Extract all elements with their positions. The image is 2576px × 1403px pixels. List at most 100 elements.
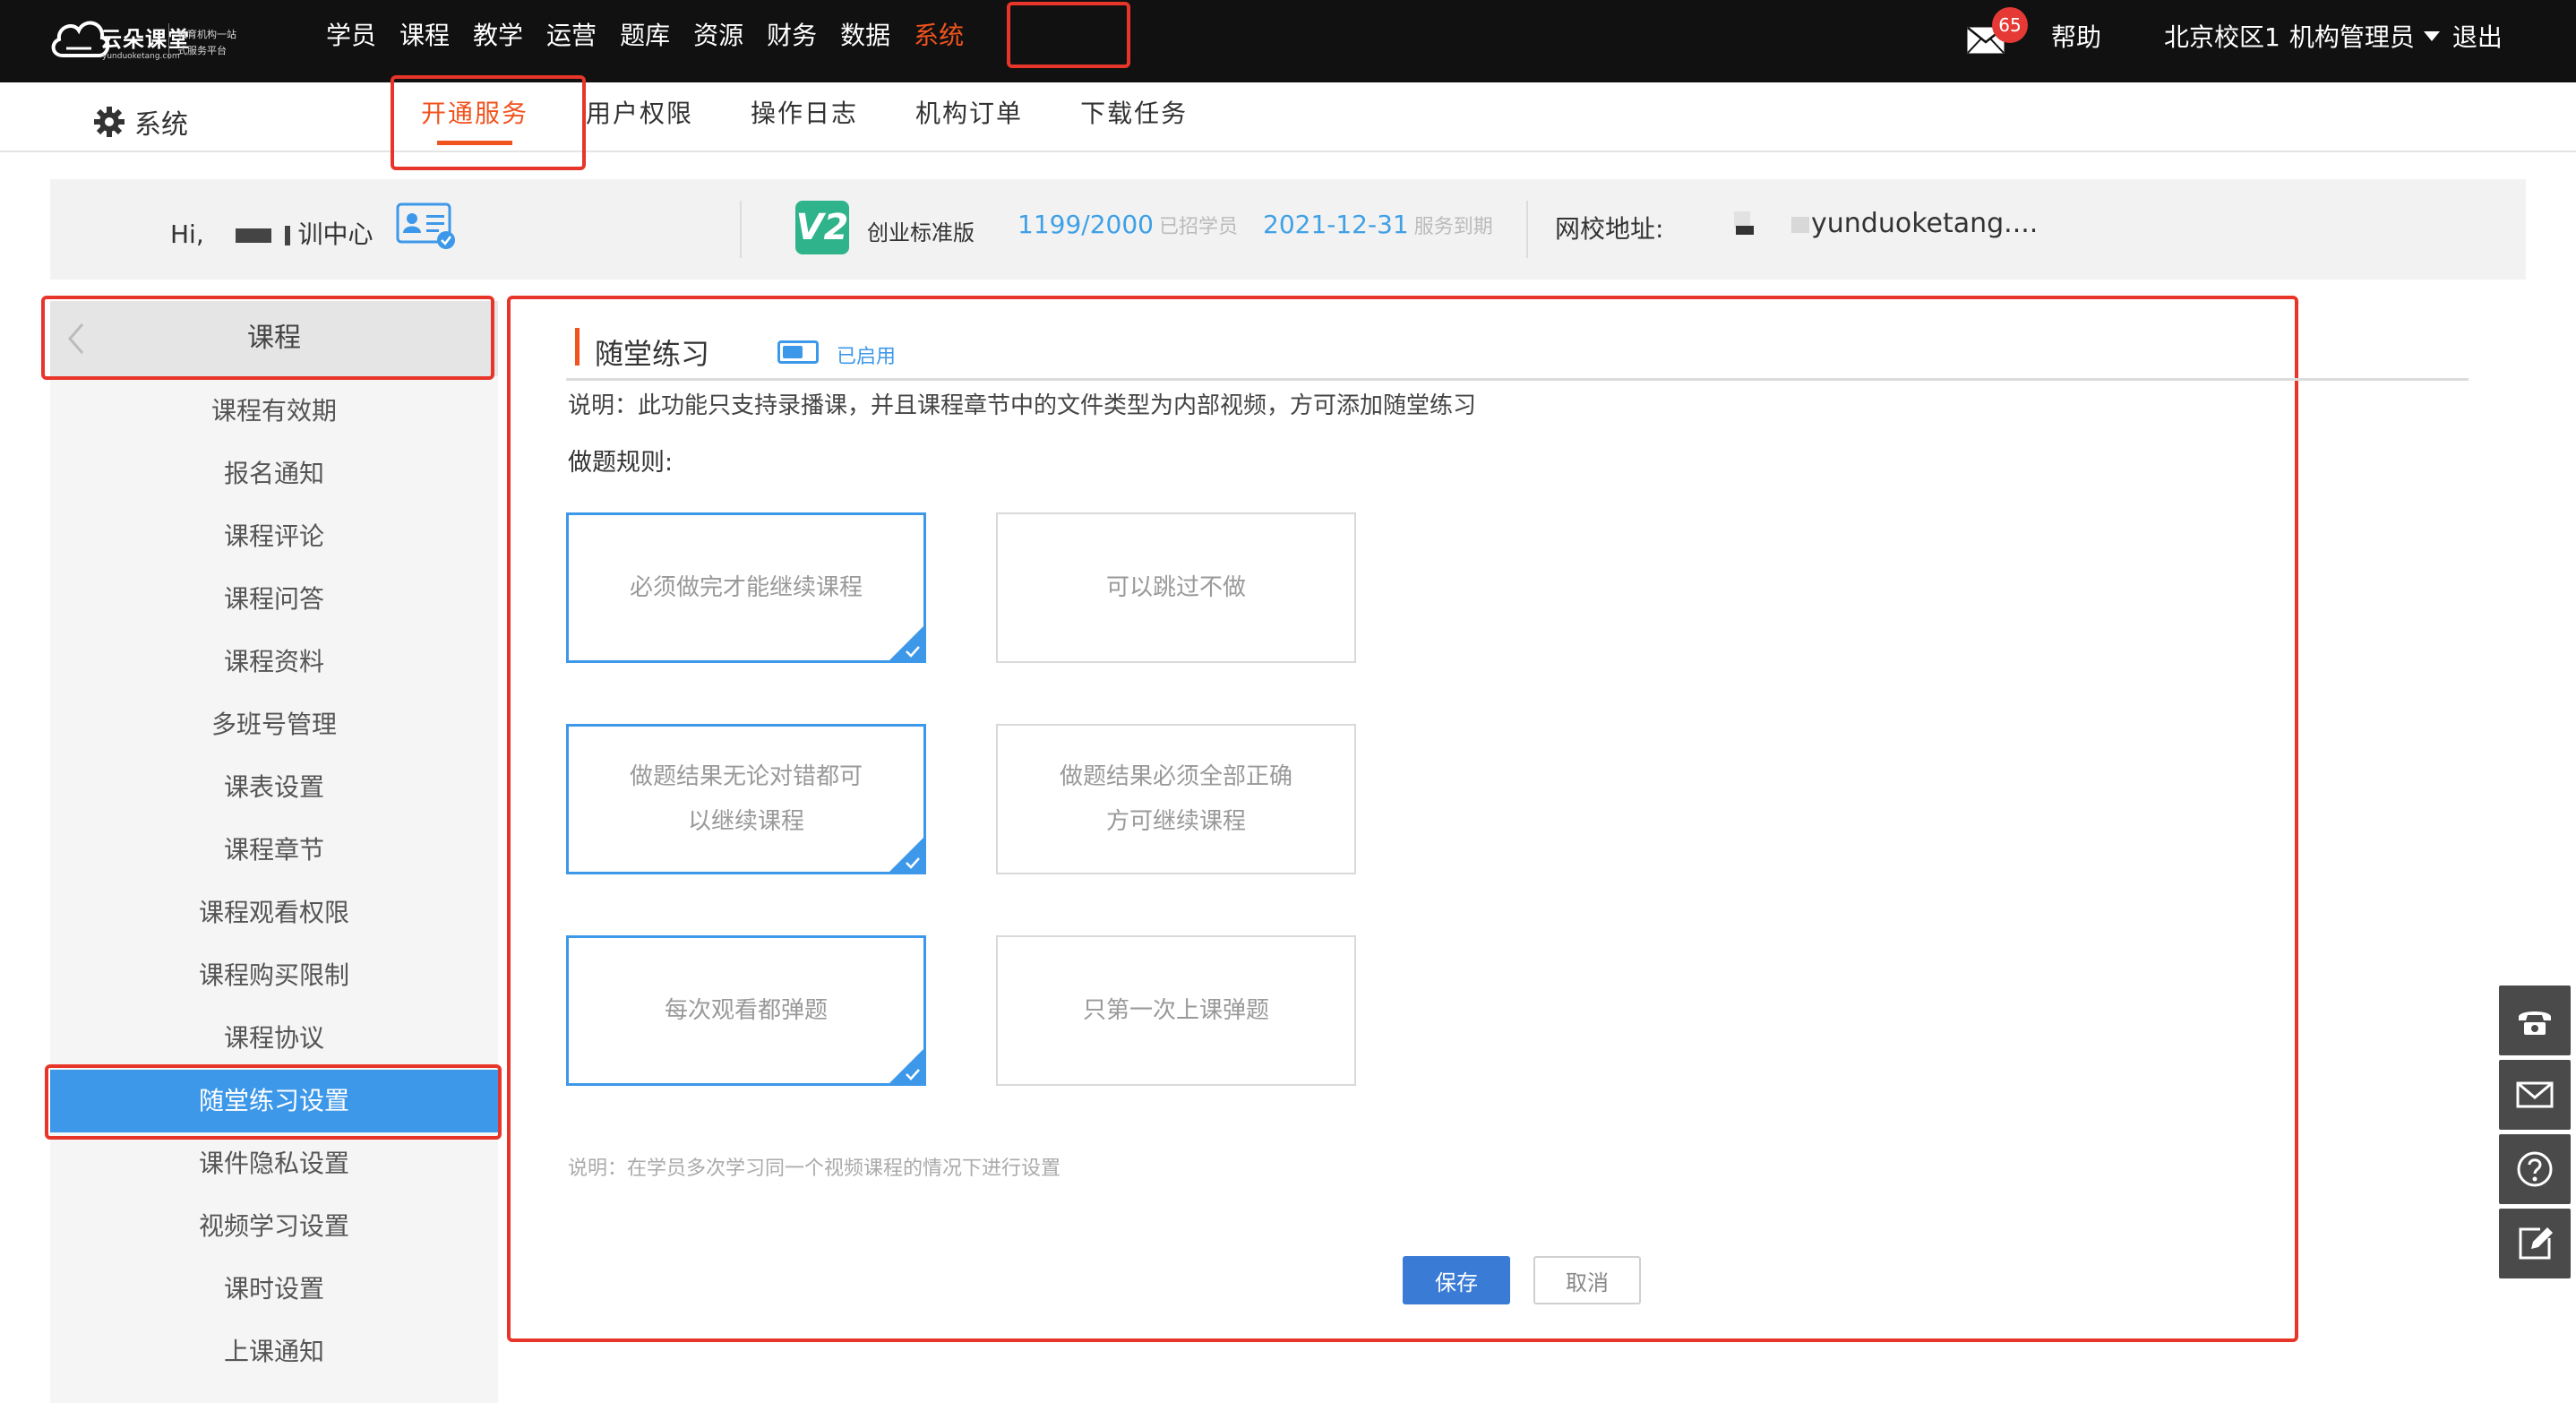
- top-menu-teaching[interactable]: 教学: [473, 0, 523, 82]
- top-menu-courses[interactable]: 课程: [399, 0, 450, 82]
- sidebar-list: 课程有效期 报名通知 课程评论 课程问答 课程资料 多班号管理 课表设置 课程章…: [50, 380, 498, 1383]
- check-icon: [906, 857, 920, 869]
- message-button[interactable]: 65: [1962, 7, 2028, 59]
- option-line1: 必须做完才能继续课程: [629, 574, 863, 601]
- help-link[interactable]: 帮助: [2051, 18, 2101, 54]
- sidebar-item-timetable[interactable]: 课表设置: [50, 756, 498, 819]
- service-expire: 2021-12-31 服务到期: [1263, 210, 1493, 239]
- sidebar-item-course-materials[interactable]: 课程资料: [50, 631, 498, 693]
- tab-download-tasks[interactable]: 下载任务: [1052, 82, 1216, 152]
- quiz-section-title: 随堂练习: [595, 337, 710, 371]
- contact-mail-button[interactable]: [2499, 1060, 2571, 1130]
- floating-toolbar: [2499, 986, 2576, 1283]
- top-menu-finance[interactable]: 财务: [767, 0, 817, 82]
- logo[interactable]: 云朵课堂 yunduoketang.com 教育机构一站 式服务平台: [47, 9, 262, 73]
- option-text: 做题结果无论对错都可 以继续课程: [630, 754, 863, 844]
- top-menu-operations[interactable]: 运营: [546, 0, 597, 82]
- option-line1: 只第一次上课弹题: [1082, 997, 1269, 1024]
- sidebar-item-course-validity[interactable]: 课程有效期: [50, 380, 498, 443]
- option-text: 可以跳过不做: [1106, 565, 1246, 610]
- option-can-skip[interactable]: 可以跳过不做: [996, 512, 1356, 663]
- section-divider: [566, 378, 2469, 381]
- tab-operation-log[interactable]: 操作日志: [722, 82, 887, 152]
- sidebar-item-course-agreement[interactable]: 课程协议: [50, 1007, 498, 1070]
- sidebar-item-chapters[interactable]: 课程章节: [50, 819, 498, 882]
- sidebar-item-view-permission[interactable]: 课程观看权限: [50, 882, 498, 944]
- top-menu-question-bank[interactable]: 题库: [620, 0, 670, 82]
- mail-icon: [2516, 1081, 2554, 1108]
- save-button[interactable]: 保存: [1403, 1256, 1510, 1304]
- option-line2: 以继续课程: [687, 808, 804, 835]
- expire-date-value: 2021-12-31: [1263, 210, 1409, 239]
- option-line2: 方可继续课程: [1105, 808, 1246, 835]
- feature-description: 说明：此功能只支持录播课，并且课程章节中的文件类型为内部视频，方可添加随堂练习: [568, 392, 1477, 419]
- logout-link[interactable]: 退出: [2452, 18, 2503, 54]
- option-popup-first-only[interactable]: 只第一次上课弹题: [996, 935, 1356, 1086]
- account-info-bar: Hi, 训中心 V2 创业标准版 1199/2000 已招学员 2021-12-3…: [50, 179, 2526, 280]
- toggle-knob: [783, 346, 803, 358]
- redacted-org-name: [235, 228, 271, 243]
- tab-org-orders[interactable]: 机构订单: [887, 82, 1052, 152]
- rules-label: 做题规则:: [568, 449, 674, 477]
- sidebar-item-course-qa[interactable]: 课程问答: [50, 568, 498, 631]
- top-menu-data[interactable]: 数据: [840, 0, 890, 82]
- redacted-url-part-2: [1736, 226, 1754, 235]
- sidebar: 课程 课程有效期 报名通知 课程评论 课程问答 课程资料 多班号管理 课表设置 …: [50, 301, 498, 1403]
- phone-icon: [2519, 1011, 2551, 1035]
- school-url-label: 网校地址:: [1555, 214, 1664, 244]
- contact-phone-button[interactable]: [2499, 986, 2571, 1055]
- chevron-down-icon[interactable]: [2423, 30, 2440, 41]
- sidebar-item-enroll-notice[interactable]: 报名通知: [50, 443, 498, 505]
- highlight-box-sidebar-header: [41, 296, 494, 380]
- quiz-enable-toggle[interactable]: [777, 340, 819, 364]
- option-text: 必须做完才能继续课程: [630, 565, 863, 610]
- option-continue-regardless[interactable]: 做题结果无论对错都可 以继续课程: [566, 724, 926, 874]
- edit-icon: [2519, 1227, 2553, 1260]
- cancel-button[interactable]: 取消: [1533, 1256, 1641, 1304]
- section-accent-bar: [575, 328, 580, 366]
- highlight-box-open-services-tab: [391, 75, 586, 170]
- student-count-label: 已招学员: [1158, 216, 1238, 238]
- info-divider: [740, 201, 742, 258]
- option-text: 每次观看都弹题: [665, 988, 828, 1033]
- org-name-suffix: 训中心: [297, 219, 374, 249]
- sidebar-item-video-learning[interactable]: 视频学习设置: [50, 1195, 498, 1258]
- sidebar-item-course-comments[interactable]: 课程评论: [50, 505, 498, 568]
- redacted-org-name-2: [284, 226, 290, 245]
- top-menu-students[interactable]: 学员: [326, 0, 376, 82]
- top-menu-system[interactable]: 系统: [914, 0, 964, 82]
- logo-slogan-line1: 教育机构一站: [177, 29, 236, 40]
- system-subnav-bar: 系统 开通服务 用户权限 操作日志 机构订单 下载任务: [0, 82, 2576, 152]
- top-menu: 学员 课程 教学 运营 题库 资源 财务 数据 系统: [326, 0, 987, 82]
- edition-v2-icon: V2: [795, 201, 849, 254]
- expire-date-label: 服务到期: [1413, 216, 1493, 238]
- option-text: 做题结果必须全部正确 方可继续课程: [1060, 754, 1292, 844]
- logo-name: 云朵课堂: [100, 27, 190, 52]
- help-icon: [2517, 1151, 2553, 1187]
- highlight-box-system-menu: [1007, 2, 1130, 68]
- logo-divider: [168, 23, 169, 59]
- top-menu-resources[interactable]: 资源: [693, 0, 743, 82]
- sidebar-item-lesson-hours[interactable]: 课时设置: [50, 1258, 498, 1321]
- option-must-finish[interactable]: 必须做完才能继续课程: [566, 512, 926, 663]
- school-url[interactable]: yunduoketang....: [1811, 208, 2038, 239]
- logo-slogan-line2: 式服务平台: [177, 45, 227, 56]
- sidebar-item-courseware-privacy[interactable]: 课件隐私设置: [50, 1132, 498, 1195]
- option-all-correct-required[interactable]: 做题结果必须全部正确 方可继续课程: [996, 724, 1356, 874]
- sidebar-item-class-numbers[interactable]: 多班号管理: [50, 693, 498, 756]
- greeting-label: Hi,: [170, 219, 204, 249]
- toggle-status-label: 已启用: [837, 346, 897, 368]
- option-line1: 每次观看都弹题: [664, 997, 828, 1024]
- user-area: 北京校区1 机构管理员 退出: [2164, 18, 2503, 54]
- feedback-button[interactable]: [2499, 1209, 2571, 1278]
- user-role-dropdown[interactable]: 机构管理员: [2289, 18, 2415, 54]
- check-icon: [906, 646, 920, 658]
- option-line1: 做题结果无论对错都可: [629, 763, 863, 790]
- help-center-button[interactable]: [2499, 1134, 2571, 1204]
- sidebar-item-purchase-limit[interactable]: 课程购买限制: [50, 944, 498, 1007]
- option-popup-every-view[interactable]: 每次观看都弹题: [566, 935, 926, 1086]
- id-card-icon[interactable]: [396, 202, 457, 251]
- sidebar-item-class-notice[interactable]: 上课通知: [50, 1321, 498, 1383]
- greeting: Hi, 训中心: [170, 215, 373, 251]
- info-divider-2: [1526, 201, 1528, 258]
